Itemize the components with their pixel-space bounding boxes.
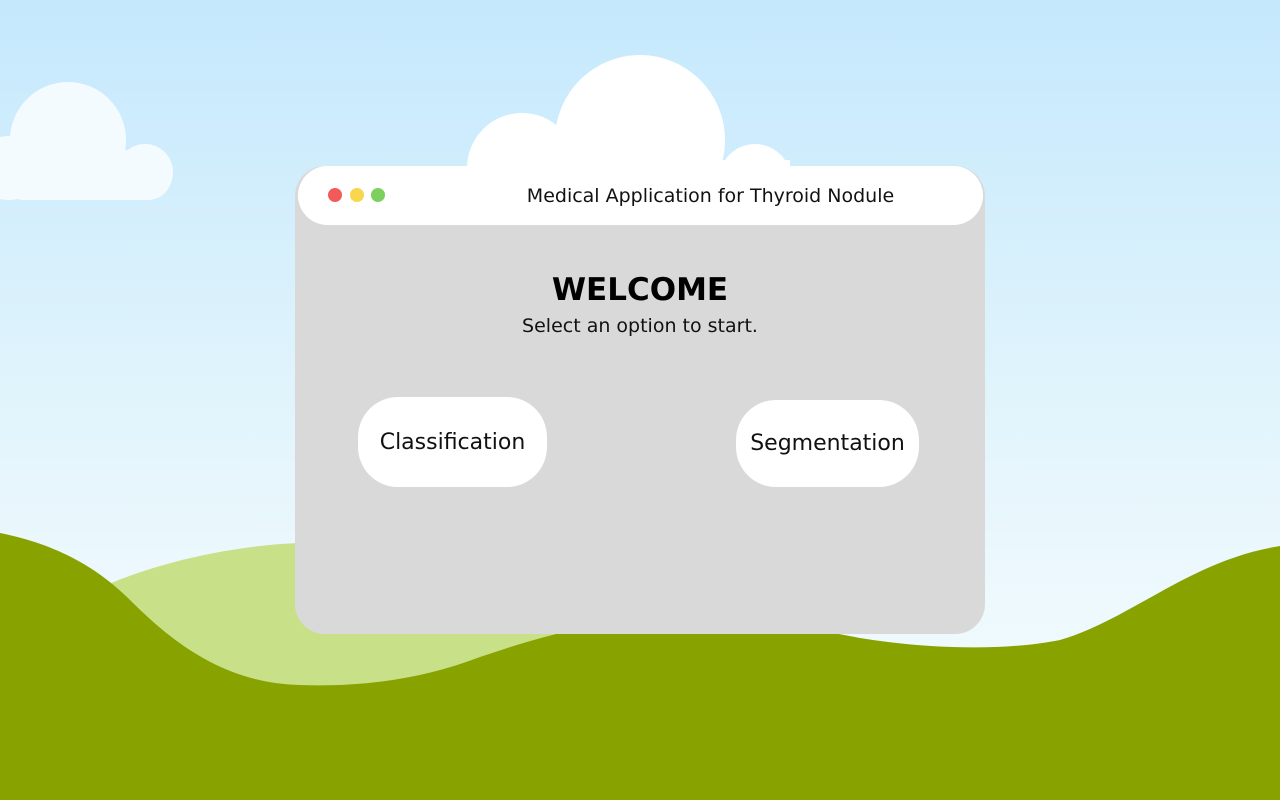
- app-window: Medical Application for Thyroid Nodule W…: [295, 166, 985, 634]
- close-window-button[interactable]: [328, 188, 342, 202]
- segmentation-button[interactable]: Segmentation: [736, 400, 919, 487]
- title-bar: Medical Application for Thyroid Nodule: [298, 166, 983, 225]
- cloud-left: [0, 82, 173, 200]
- desktop-background: Medical Application for Thyroid Nodule W…: [0, 0, 1280, 800]
- minimize-window-button[interactable]: [350, 188, 364, 202]
- classification-button[interactable]: Classification: [358, 397, 547, 487]
- window-title: Medical Application for Thyroid Nodule: [526, 185, 895, 207]
- welcome-heading: WELCOME: [551, 272, 729, 308]
- welcome-subtitle: Select an option to start.: [522, 315, 758, 337]
- maximize-window-button[interactable]: [371, 188, 385, 202]
